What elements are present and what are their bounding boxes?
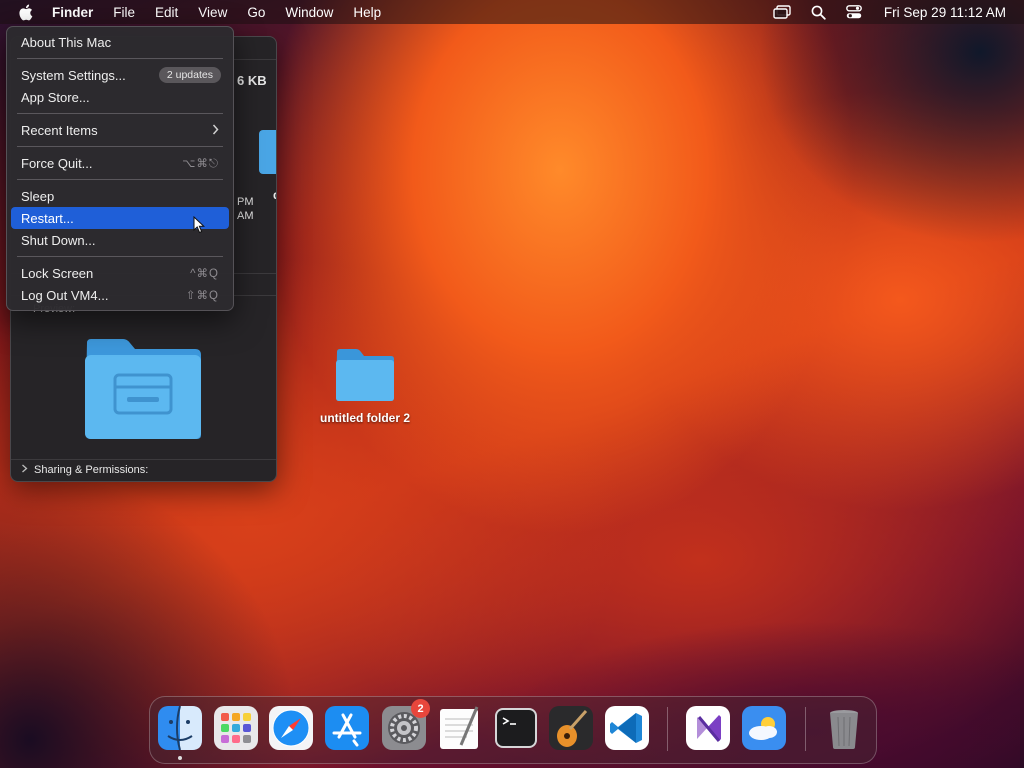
dock-weather-icon[interactable] xyxy=(741,705,787,751)
preview-folder-icon xyxy=(83,337,203,446)
menu-help[interactable]: Help xyxy=(353,5,381,20)
submenu-chevron-icon xyxy=(212,122,219,139)
apple-menu-icon[interactable] xyxy=(18,4,34,21)
info-kind-fragment: der xyxy=(273,188,276,202)
info-modified-fragment: AM xyxy=(237,210,254,222)
disclosure-chevron-icon xyxy=(21,464,28,476)
info-folder-icon-partial xyxy=(259,130,276,179)
info-created-fragment: PM xyxy=(237,196,254,208)
dock-separator xyxy=(667,707,668,751)
dock-launchpad-icon[interactable] xyxy=(213,705,259,751)
menu-go[interactable]: Go xyxy=(247,5,265,20)
menu-view[interactable]: View xyxy=(198,5,227,20)
dock: 2 xyxy=(149,696,877,764)
menu-app-name[interactable]: Finder xyxy=(52,5,93,20)
desktop-folder[interactable]: untitled folder 2 xyxy=(310,348,420,425)
dock-separator xyxy=(805,707,806,751)
dock-terminal-icon[interactable] xyxy=(493,705,539,751)
app-store-item[interactable]: App Store... xyxy=(11,86,229,108)
sharing-permissions-disclosure[interactable]: Sharing & Permissions: xyxy=(21,464,148,476)
folder-icon xyxy=(336,349,394,401)
lock-screen-item[interactable]: Lock Screen ^⌘Q xyxy=(11,262,229,284)
menu-edit[interactable]: Edit xyxy=(155,5,178,20)
menu-file[interactable]: File xyxy=(113,5,135,20)
desktop-folder-label: untitled folder 2 xyxy=(320,411,410,425)
force-quit-item[interactable]: Force Quit... ⌥⌘⎋ xyxy=(11,152,229,174)
finder-running-indicator xyxy=(178,756,182,760)
info-size-fragment: 6 KB xyxy=(237,73,267,88)
dock-vscode-icon[interactable] xyxy=(604,705,650,751)
dock-finder-icon[interactable] xyxy=(157,705,203,751)
control-center-icon[interactable] xyxy=(846,5,862,19)
sharing-permissions-label: Sharing & Permissions: xyxy=(34,464,149,476)
updates-badge: 2 updates xyxy=(158,67,221,83)
mouse-pointer-icon xyxy=(193,215,206,239)
menu-bar-clock[interactable]: Fri Sep 29 11:12 AM xyxy=(884,5,1006,20)
dock-safari-icon[interactable] xyxy=(268,705,314,751)
lock-screen-shortcut: ^⌘Q xyxy=(190,268,219,280)
system-settings-item[interactable]: System Settings... 2 updates xyxy=(11,64,229,86)
about-this-mac-item[interactable]: About This Mac xyxy=(11,31,229,53)
log-out-shortcut: ⇧⌘Q xyxy=(185,290,219,302)
dock-trash-icon[interactable] xyxy=(821,705,867,751)
log-out-item[interactable]: Log Out VM4... ⇧⌘Q xyxy=(11,284,229,306)
recent-items-item[interactable]: Recent Items xyxy=(11,119,229,141)
dock-system-settings-icon[interactable]: 2 xyxy=(381,699,430,751)
dock-app-store-icon[interactable] xyxy=(324,705,370,751)
apple-menu-dropdown: About This Mac System Settings... 2 upda… xyxy=(6,26,234,311)
sleep-item[interactable]: Sleep xyxy=(11,185,229,207)
force-quit-shortcut: ⌥⌘⎋ xyxy=(182,157,219,170)
screen-mirroring-icon[interactable] xyxy=(773,5,791,19)
menu-window[interactable]: Window xyxy=(285,5,333,20)
dock-textedit-icon[interactable] xyxy=(437,705,483,751)
system-settings-notification-badge: 2 xyxy=(411,699,430,718)
menu-bar: Finder File Edit View Go Window Help Fri… xyxy=(0,0,1024,24)
dock-garageband-icon[interactable] xyxy=(548,705,594,751)
search-icon[interactable] xyxy=(811,5,826,20)
dock-visual-studio-icon[interactable] xyxy=(685,705,731,751)
